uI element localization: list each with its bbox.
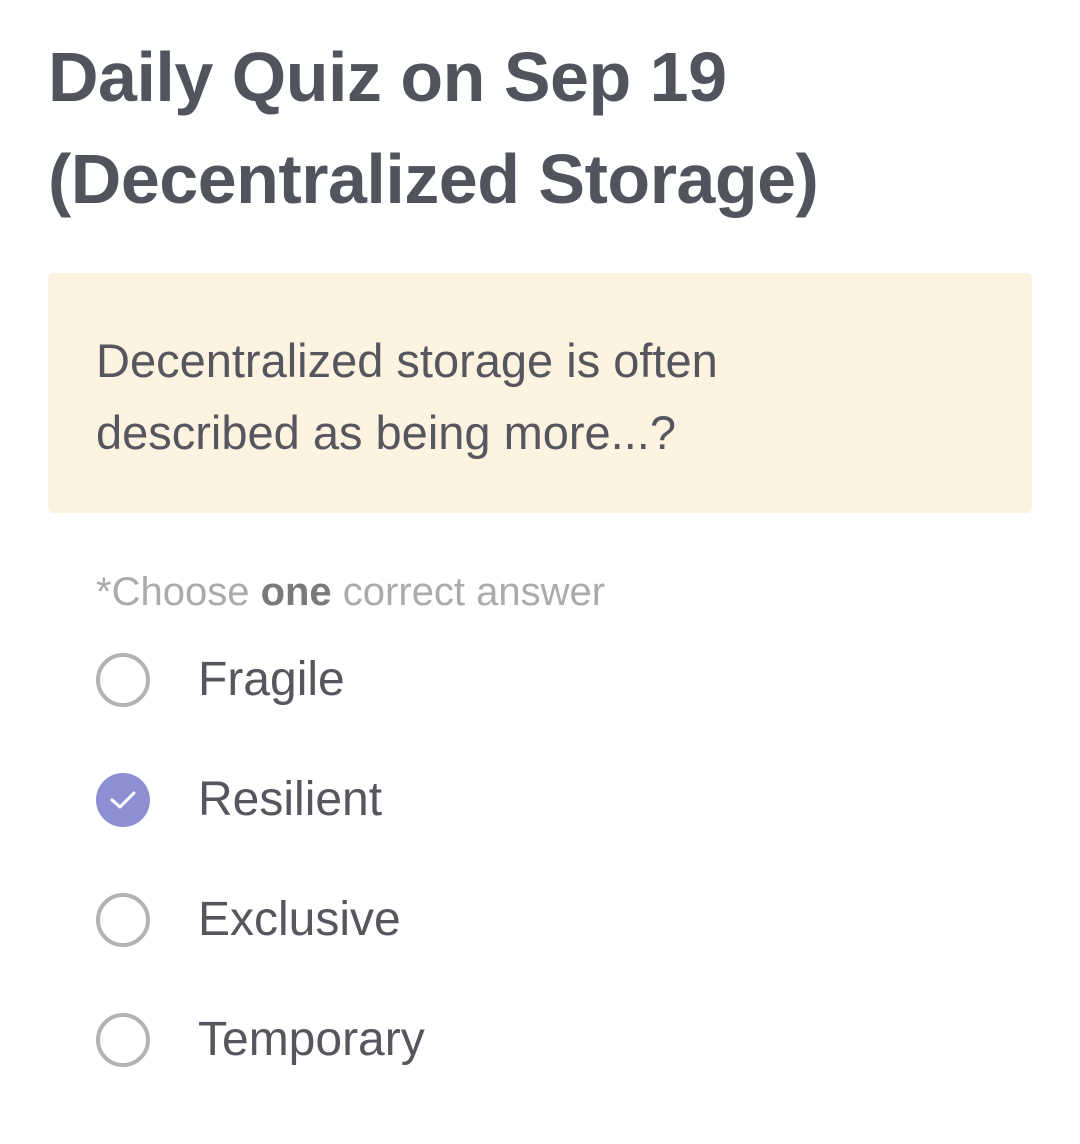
instruction-emphasis: one — [260, 570, 332, 614]
option-label: Temporary — [198, 1013, 425, 1066]
question-text: Decentralized storage is often described… — [96, 334, 718, 459]
option-label: Fragile — [198, 653, 345, 706]
answer-option-fragile[interactable]: Fragile — [96, 620, 996, 740]
radio-button[interactable] — [96, 1013, 150, 1067]
instruction-prefix: *Choose — [96, 570, 261, 614]
question-card: Decentralized storage is often described… — [48, 273, 1032, 513]
option-label: Resilient — [198, 773, 383, 826]
answer-option-temporary[interactable]: Temporary — [96, 980, 996, 1100]
instruction-suffix: correct answer — [331, 570, 606, 614]
radio-button[interactable] — [96, 773, 150, 827]
answer-instruction: *Choose one correct answer — [96, 566, 605, 618]
page-title: Daily Quiz on Sep 19 (Decentralized Stor… — [48, 38, 819, 218]
answer-option-resilient[interactable]: Resilient — [96, 740, 996, 860]
answer-option-exclusive[interactable]: Exclusive — [96, 860, 996, 980]
quiz-page: Daily Quiz on Sep 19 (Decentralized Stor… — [0, 0, 1080, 1144]
option-label: Exclusive — [198, 893, 401, 946]
radio-button[interactable] — [96, 893, 150, 947]
answer-options: Fragile Resilient Exclusive Temporary — [96, 620, 996, 1100]
radio-button[interactable] — [96, 653, 150, 707]
checkmark-icon — [110, 791, 136, 809]
